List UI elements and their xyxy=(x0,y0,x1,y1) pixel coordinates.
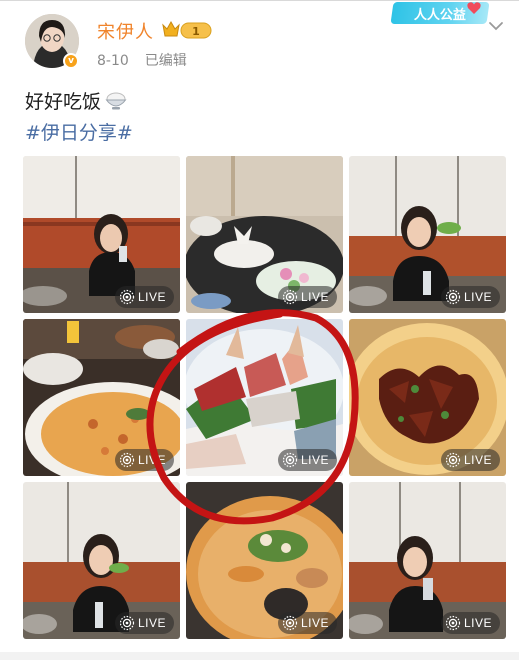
live-badge: LIVE xyxy=(440,286,500,308)
live-icon xyxy=(282,452,298,468)
live-label: LIVE xyxy=(463,453,492,467)
top-divider xyxy=(0,0,519,1)
photo-3[interactable]: LIVE xyxy=(349,156,506,313)
live-label: LIVE xyxy=(137,290,166,304)
photo-9[interactable]: LIVE xyxy=(349,482,506,639)
live-label: LIVE xyxy=(300,290,329,304)
live-badge: LIVE xyxy=(277,286,337,308)
edited-label[interactable]: 已编辑 xyxy=(145,53,187,69)
charity-label: 人人公益 xyxy=(413,7,466,23)
post-meta: 8-10 已编辑 xyxy=(97,50,187,70)
rice-bowl-icon xyxy=(105,92,127,109)
live-icon xyxy=(445,615,461,631)
live-label: LIVE xyxy=(463,290,492,304)
post-date: 8-10 xyxy=(97,53,129,69)
photo-2[interactable]: LIVE xyxy=(186,156,343,313)
live-badge: LIVE xyxy=(277,449,337,471)
live-icon xyxy=(119,452,135,468)
live-label: LIVE xyxy=(300,453,329,467)
heart-icon xyxy=(467,2,481,14)
live-badge: LIVE xyxy=(114,286,174,308)
live-badge: LIVE xyxy=(440,449,500,471)
username[interactable]: 宋伊人 xyxy=(97,18,154,44)
topic-hashtag[interactable]: #伊日分享# xyxy=(25,118,133,145)
verified-badge-icon: v xyxy=(63,53,79,69)
vip-level: 1 xyxy=(192,25,200,38)
photo-8[interactable]: LIVE xyxy=(186,482,343,639)
live-icon xyxy=(282,289,298,305)
live-label: LIVE xyxy=(463,616,492,630)
live-label: LIVE xyxy=(300,616,329,630)
bottom-divider xyxy=(0,652,519,660)
post-body: 好好吃饭 xyxy=(25,91,102,113)
live-icon xyxy=(119,615,135,631)
post-text: 好好吃饭 xyxy=(25,87,127,114)
photo-1[interactable]: LIVE xyxy=(23,156,180,313)
live-label: LIVE xyxy=(137,453,166,467)
live-icon xyxy=(445,452,461,468)
photo-7[interactable]: LIVE xyxy=(23,482,180,639)
photo-6[interactable]: LIVE xyxy=(349,319,506,476)
live-label: LIVE xyxy=(137,616,166,630)
chevron-down-icon[interactable] xyxy=(488,20,504,32)
live-badge: LIVE xyxy=(114,612,174,634)
vip-badge-icon[interactable]: 1 xyxy=(161,19,213,41)
live-badge: LIVE xyxy=(440,612,500,634)
photo-4[interactable]: LIVE xyxy=(23,319,180,476)
live-icon xyxy=(282,615,298,631)
live-icon xyxy=(119,289,135,305)
photo-5[interactable]: LIVE xyxy=(186,319,343,476)
live-badge: LIVE xyxy=(114,449,174,471)
live-badge: LIVE xyxy=(277,612,337,634)
live-icon xyxy=(445,289,461,305)
